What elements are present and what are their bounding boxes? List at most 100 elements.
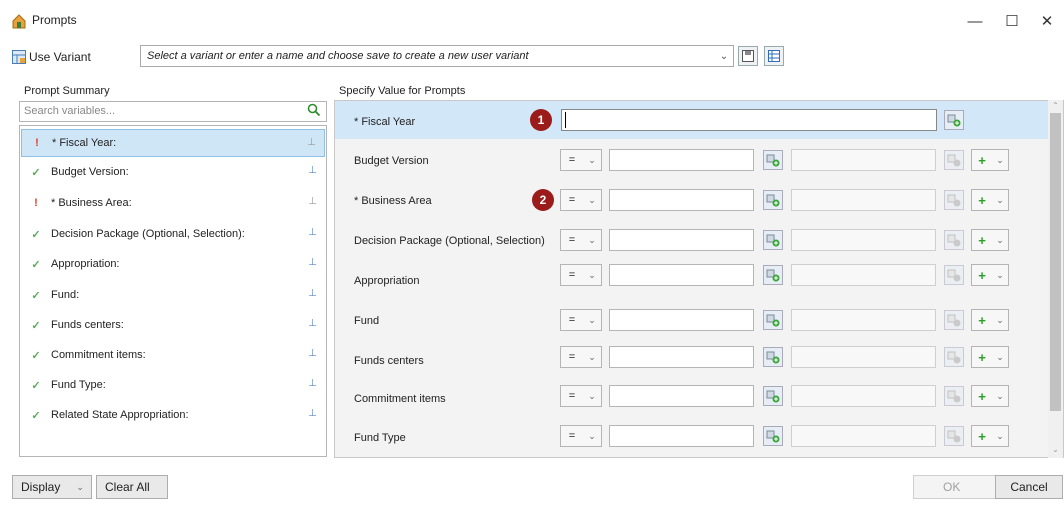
clear-all-button[interactable]: Clear All: [96, 475, 168, 499]
value-to-input[interactable]: [791, 149, 936, 171]
pin-icon[interactable]: ⊥: [307, 137, 316, 148]
summary-item-fiscal-year[interactable]: ! * Fiscal Year: ⊥: [21, 129, 325, 157]
value-help-icon: [947, 430, 961, 443]
summary-item-commitment-items[interactable]: ✓ Commitment items: ⊥: [21, 341, 325, 369]
operator-select[interactable]: = ⌄: [560, 149, 602, 171]
value-to-input[interactable]: [791, 346, 936, 368]
value-from-input[interactable]: [609, 385, 754, 407]
operator-value: =: [568, 430, 576, 442]
check-icon: ✓: [31, 409, 41, 422]
pin-icon[interactable]: ⊥: [308, 257, 317, 268]
value-help-button[interactable]: [763, 265, 783, 285]
prompt-label: Commitment items: [354, 393, 446, 405]
add-row-button[interactable]: + ⌄: [971, 425, 1009, 447]
save-variant-button[interactable]: [738, 46, 758, 66]
value-from-input[interactable]: [609, 346, 754, 368]
value-to-input[interactable]: [791, 229, 936, 251]
pin-icon[interactable]: ⊥: [308, 408, 317, 419]
plus-icon: +: [978, 312, 986, 328]
add-row-button[interactable]: + ⌄: [971, 149, 1009, 171]
variant-icon: [12, 50, 26, 64]
plus-icon: +: [978, 152, 986, 168]
value-help-button[interactable]: [944, 110, 964, 130]
summary-item-fund[interactable]: ✓ Fund: ⊥: [21, 281, 325, 309]
summary-item-decision-package[interactable]: ✓ Decision Package (Optional, Selection)…: [21, 220, 325, 248]
pin-icon[interactable]: ⊥: [308, 165, 317, 176]
summary-item-appropriation[interactable]: ✓ Appropriation: ⊥: [21, 250, 325, 278]
operator-select[interactable]: = ⌄: [560, 229, 602, 251]
prompt-row-fund: Fund = ⌄ + ⌄: [335, 301, 1048, 339]
operator-select[interactable]: = ⌄: [560, 346, 602, 368]
value-help-button[interactable]: [763, 150, 783, 170]
add-row-button[interactable]: + ⌄: [971, 189, 1009, 211]
close-button[interactable]: ✕: [1032, 8, 1062, 34]
cancel-button[interactable]: Cancel: [995, 475, 1063, 499]
pin-icon[interactable]: ⊥: [308, 288, 317, 299]
add-row-button[interactable]: + ⌄: [971, 229, 1009, 251]
value-help-button[interactable]: [763, 386, 783, 406]
value-to-input[interactable]: [791, 425, 936, 447]
summary-item-funds-centers[interactable]: ✓ Funds centers: ⊥: [21, 311, 325, 339]
manage-variants-button[interactable]: [764, 46, 784, 66]
add-row-button[interactable]: + ⌄: [971, 264, 1009, 286]
value-help-icon: [766, 351, 780, 364]
operator-select[interactable]: = ⌄: [560, 425, 602, 447]
pin-icon[interactable]: ⊥: [308, 196, 317, 207]
value-from-input[interactable]: [609, 309, 754, 331]
pin-icon[interactable]: ⊥: [308, 227, 317, 238]
value-from-input[interactable]: [609, 189, 754, 211]
operator-value: =: [568, 351, 576, 363]
ok-button[interactable]: OK: [913, 475, 997, 499]
search-icon[interactable]: [307, 103, 323, 119]
add-row-button[interactable]: + ⌄: [971, 309, 1009, 331]
pin-icon[interactable]: ⊥: [308, 348, 317, 359]
chevron-down-icon: ⌄: [588, 351, 596, 362]
value-from-input[interactable]: [609, 229, 754, 251]
value-help-button[interactable]: [763, 190, 783, 210]
value-to-input[interactable]: [791, 264, 936, 286]
pin-icon[interactable]: ⊥: [308, 378, 317, 389]
maximize-button[interactable]: ☐: [997, 8, 1027, 34]
value-from-input[interactable]: [609, 149, 754, 171]
prompt-row-commitment-items: Commitment items = ⌄ + ⌄: [335, 381, 1048, 419]
value-to-input[interactable]: [791, 189, 936, 211]
fiscal-year-input[interactable]: [561, 109, 937, 131]
operator-select[interactable]: = ⌄: [560, 189, 602, 211]
value-from-input[interactable]: [609, 264, 754, 286]
scroll-up-icon[interactable]: ⌃: [1048, 101, 1063, 113]
variant-select-input[interactable]: Select a variant or enter a name and cho…: [140, 45, 734, 67]
value-from-input[interactable]: [609, 425, 754, 447]
value-help-button-disabled: [944, 190, 964, 210]
scroll-down-icon[interactable]: ⌄: [1048, 445, 1063, 457]
minimize-button[interactable]: —: [960, 8, 990, 34]
chevron-down-icon[interactable]: ⌄: [715, 46, 733, 66]
scroll-thumb[interactable]: [1050, 113, 1061, 411]
value-help-button[interactable]: [763, 230, 783, 250]
summary-item-label: Fund:: [51, 289, 80, 301]
add-row-button[interactable]: + ⌄: [971, 346, 1009, 368]
summary-item-business-area[interactable]: ! * Business Area: ⊥: [21, 189, 325, 217]
error-icon: !: [34, 197, 38, 209]
value-to-input[interactable]: [791, 309, 936, 331]
check-icon: ✓: [31, 289, 41, 302]
summary-item-related-state-appropriation[interactable]: ✓ Related State Appropriation: ⊥: [21, 401, 325, 429]
value-help-button[interactable]: [763, 310, 783, 330]
value-help-button[interactable]: [763, 426, 783, 446]
table-icon: [768, 50, 780, 62]
pin-icon[interactable]: ⊥: [308, 318, 317, 329]
value-help-button[interactable]: [763, 347, 783, 367]
value-help-icon: [947, 234, 961, 247]
search-variables-input[interactable]: Search variables...: [19, 101, 327, 122]
plus-icon: +: [978, 267, 986, 283]
operator-select[interactable]: = ⌄: [560, 385, 602, 407]
summary-item-fund-type[interactable]: ✓ Fund Type: ⊥: [21, 371, 325, 399]
add-row-button[interactable]: + ⌄: [971, 385, 1009, 407]
summary-item-budget-version[interactable]: ✓ Budget Version: ⊥: [21, 158, 325, 186]
value-to-input[interactable]: [791, 385, 936, 407]
operator-select[interactable]: = ⌄: [560, 309, 602, 331]
display-dropdown[interactable]: Display ⌄: [12, 475, 92, 499]
plus-icon: +: [978, 428, 986, 444]
chevron-down-icon: ⌄: [996, 430, 1004, 441]
summary-item-label: Related State Appropriation:: [51, 409, 189, 421]
operator-select[interactable]: = ⌄: [560, 264, 602, 286]
